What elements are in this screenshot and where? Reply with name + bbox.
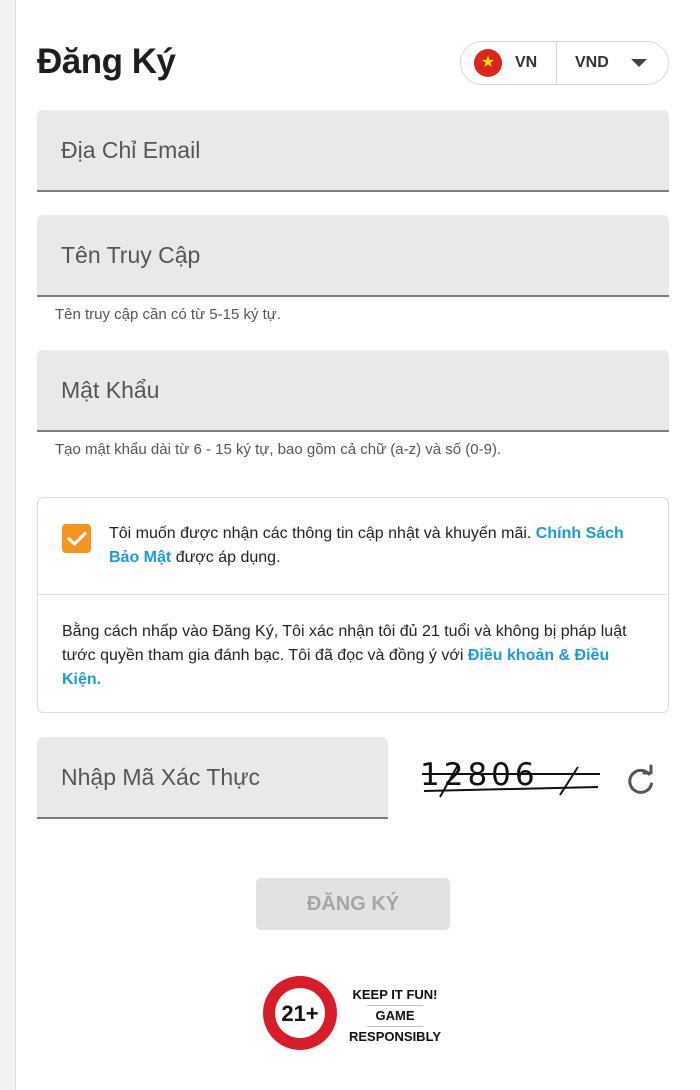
badge-number: 21+ [281, 1001, 318, 1026]
page-title: Đăng Ký [37, 42, 176, 81]
captcha-noise [422, 764, 600, 798]
locale-selector: ★ VN VND [460, 41, 669, 85]
register-button[interactable]: ĐĂNG KÝ [256, 878, 450, 930]
captcha-input[interactable] [37, 737, 388, 817]
username-input[interactable] [37, 215, 669, 295]
caret-down-icon [630, 59, 647, 67]
rg-line-1: KEEP IT FUN! [352, 987, 438, 1002]
marketing-consent-text: Tôi muốn được nhận các thông tin cập nhậ… [109, 522, 649, 570]
captcha-field [37, 737, 388, 819]
password-input[interactable] [37, 350, 669, 430]
age-terms-text: Bằng cách nhấp vào Đăng Ký, Tôi xác nhận… [62, 620, 652, 692]
captcha-image: 12806 [420, 755, 605, 805]
username-hint: Tên truy cập cần có từ 5-15 ký tự. [55, 306, 282, 323]
age-21-badge-icon: 21+ [263, 976, 337, 1050]
refresh-icon[interactable] [622, 764, 658, 800]
responsible-gaming-text: KEEP IT FUN! GAME RESPONSIBLY [345, 985, 445, 1047]
currency-selector[interactable]: VND [557, 42, 668, 84]
currency-label: VND [575, 54, 609, 71]
email-field [37, 110, 669, 192]
checkmark-icon [66, 531, 87, 546]
rg-line-2: GAME [367, 1005, 423, 1027]
consent-text-before: Tôi muốn được nhận các thông tin cập nhậ… [109, 525, 532, 542]
consent-text-after: được áp dụng. [175, 549, 281, 566]
password-field [37, 350, 669, 432]
username-field [37, 215, 669, 297]
password-hint: Tạo mật khẩu dài từ 6 - 15 ký tự, bao gồ… [55, 441, 502, 458]
vietnam-flag-icon: ★ [474, 49, 502, 77]
marketing-checkbox[interactable] [62, 524, 91, 553]
email-input[interactable] [37, 110, 669, 190]
left-edge-strip [0, 0, 16, 1090]
country-selector[interactable]: ★ VN [461, 42, 557, 84]
country-code: VN [515, 54, 538, 71]
consent-box: Tôi muốn được nhận các thông tin cập nhậ… [37, 497, 669, 713]
rg-line-3: RESPONSIBLY [349, 1029, 441, 1044]
marketing-consent: Tôi muốn được nhận các thông tin cập nhậ… [38, 498, 668, 595]
